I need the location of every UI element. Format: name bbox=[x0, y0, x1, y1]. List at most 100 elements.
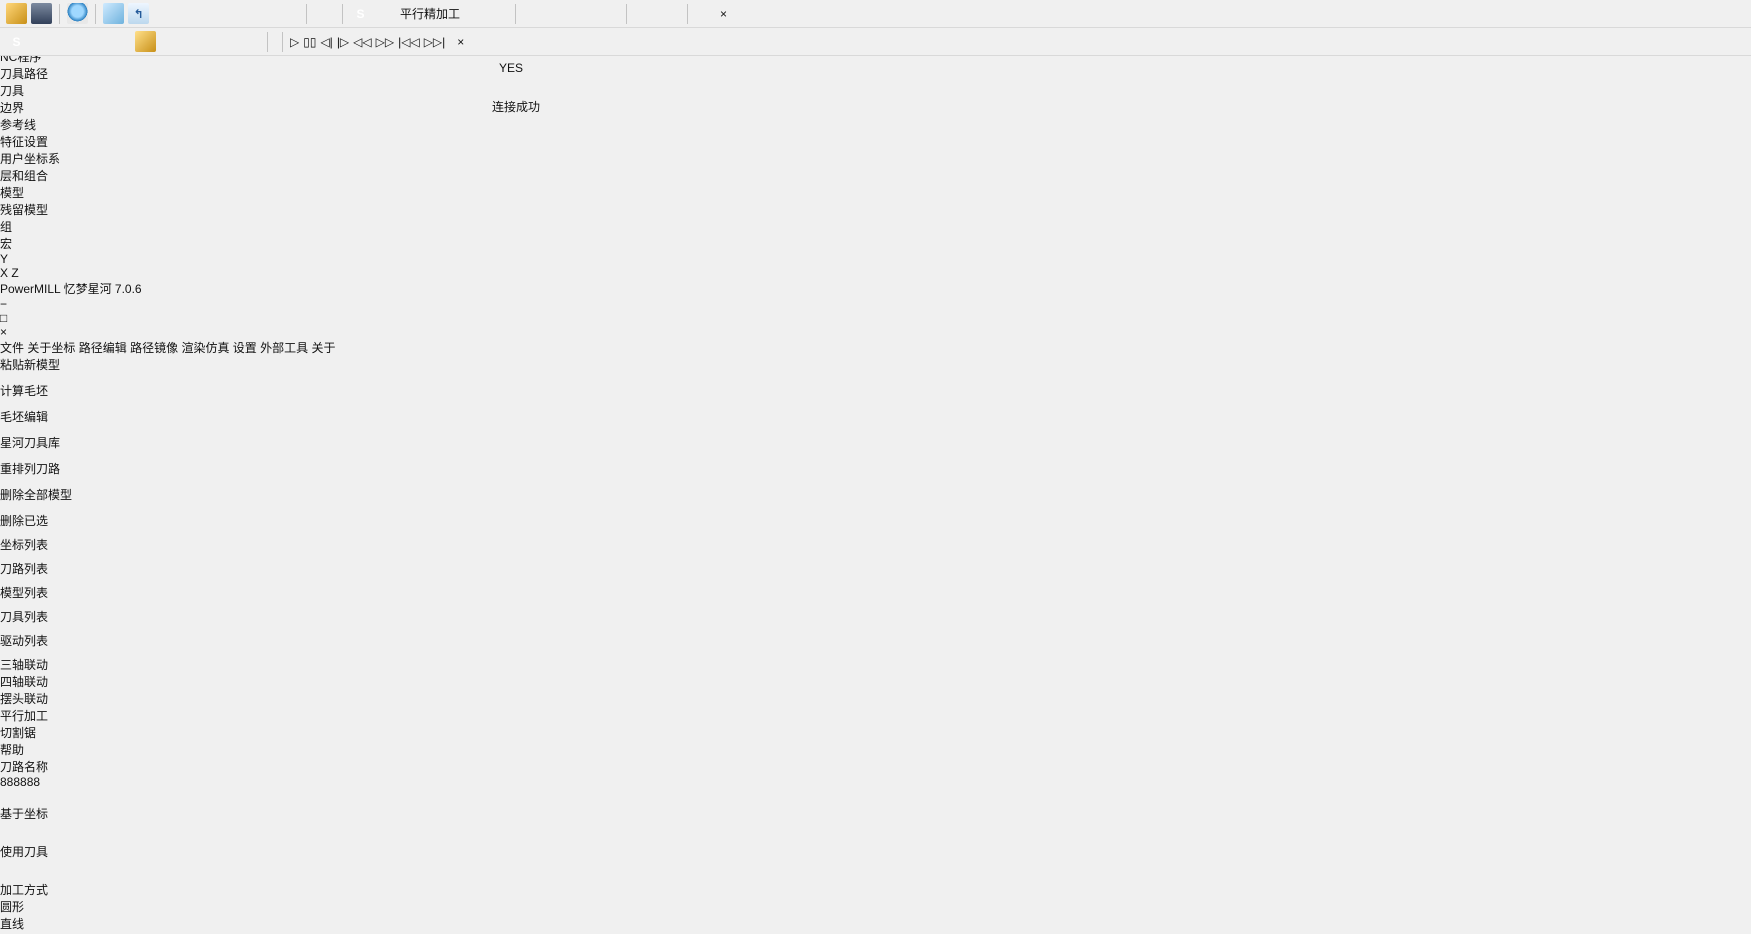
tab-4axis[interactable]: 四轴联动 bbox=[0, 673, 1751, 690]
points-icon[interactable] bbox=[253, 3, 274, 24]
ball-tool-icon[interactable] bbox=[178, 3, 199, 24]
step-back-icon[interactable]: ◁| bbox=[320, 35, 332, 49]
tab-help[interactable]: 帮助 bbox=[0, 741, 1751, 758]
tool-list-button[interactable]: 刀具列表 bbox=[0, 608, 64, 632]
toolpath-name-input[interactable]: 888888 bbox=[0, 775, 104, 805]
menu-render-sim[interactable]: 渲染仿真 bbox=[181, 341, 229, 355]
tool-library-button[interactable]: 星河刀具库 bbox=[0, 434, 72, 460]
tree-item-models[interactable]: 模型 bbox=[0, 184, 1751, 201]
tree-item-stock-models[interactable]: 残留模型 bbox=[0, 201, 1751, 218]
toolbar-close-icon[interactable]: × bbox=[720, 7, 727, 21]
ruler-icon[interactable] bbox=[598, 3, 619, 24]
tab-head-tilt[interactable]: 摆头联动 bbox=[0, 690, 1751, 707]
coord-list-button[interactable]: 坐标列表 bbox=[0, 536, 64, 560]
save-icon[interactable] bbox=[31, 3, 52, 24]
tree-item-toolpaths[interactable]: 刀具路径 bbox=[0, 65, 1751, 82]
tab-parallel[interactable]: 平行加工 bbox=[0, 707, 1751, 724]
open-icon[interactable] bbox=[6, 3, 27, 24]
toolbar-separator bbox=[515, 4, 516, 24]
application-window: ↰ S 平行精加工 × S bbox=[0, 0, 1751, 934]
model-list-button[interactable]: 模型列表 bbox=[0, 584, 64, 608]
axis-z-label: Z bbox=[11, 266, 18, 280]
menu-path-edit[interactable]: 路径编辑 bbox=[79, 341, 127, 355]
drive-list-button[interactable]: 驱动列表 bbox=[0, 632, 64, 656]
cylinders-icon[interactable] bbox=[695, 3, 716, 24]
rearrange-paths-button[interactable]: 重排列刀路 bbox=[0, 460, 72, 486]
block-icon[interactable] bbox=[103, 3, 124, 24]
tree-item-levels[interactable]: 层和组合 bbox=[0, 167, 1751, 184]
graphics-viewport[interactable]: Y X Z bbox=[0, 252, 1751, 280]
axis-y-label: Y bbox=[0, 252, 8, 266]
tool-change-icon[interactable] bbox=[634, 3, 655, 24]
toolpath-name-label: 刀路名称 bbox=[0, 758, 1751, 775]
simulation-toolbar: S ▷ ▯▯ ◁| |▷ ◁◁ ▷▷ |◁◁ ▷▷| × bbox=[0, 28, 1751, 56]
menu-about[interactable]: 关于 bbox=[312, 341, 336, 355]
base-coord-combo[interactable] bbox=[0, 822, 104, 843]
tab-3axis[interactable]: 三轴联动 bbox=[0, 656, 1751, 673]
rewind-icon[interactable]: ◁◁ bbox=[353, 35, 371, 49]
fast-forward-icon[interactable]: ▷▷ bbox=[376, 35, 394, 49]
pattern-icon[interactable]: ↰ bbox=[128, 3, 149, 24]
tool-combo[interactable] bbox=[0, 860, 104, 881]
menu-external-tools[interactable]: 外部工具 bbox=[260, 341, 308, 355]
dialog-titlebar[interactable]: PowerMILL 忆梦星河 7.0.6 − □ × bbox=[0, 280, 1751, 339]
tree-item-tools[interactable]: 刀具 bbox=[0, 82, 1751, 99]
print-plot-icon[interactable] bbox=[67, 3, 88, 24]
pause-icon[interactable]: ▯▯ bbox=[303, 35, 316, 49]
toolbar-separator bbox=[342, 4, 343, 24]
tree-item-workplanes[interactable]: 用户坐标系 bbox=[0, 150, 1751, 167]
base-coord-label: 基于坐标 bbox=[0, 805, 1751, 822]
delete-all-models-button[interactable]: 删除全部模型 bbox=[0, 486, 76, 512]
strategy-list-icon[interactable] bbox=[375, 3, 396, 24]
path-list-button[interactable]: 刀路列表 bbox=[0, 560, 64, 584]
tree-item-macros[interactable]: 宏 bbox=[0, 235, 1751, 252]
sim-tool-icon bbox=[135, 31, 156, 52]
calc-block-button[interactable]: 计算毛坯 bbox=[0, 382, 72, 408]
paste-model-button[interactable]: 粘贴新模型 bbox=[0, 356, 72, 382]
dialog-title: PowerMILL 忆梦星河 7.0.6 bbox=[0, 282, 142, 296]
block-edit-button[interactable]: 毛坯编辑 bbox=[0, 408, 72, 434]
toolbar-close-icon[interactable]: × bbox=[457, 35, 464, 49]
tool-check-icon[interactable] bbox=[548, 3, 569, 24]
strategy-combo[interactable]: 平行精加工 bbox=[400, 5, 508, 22]
tree-item-patterns[interactable]: 参考线 bbox=[0, 116, 1751, 133]
machining-mode-label: 加工方式 bbox=[0, 881, 1751, 898]
go-start-icon[interactable]: |◁◁ bbox=[398, 35, 420, 49]
tree-item-groups[interactable]: 组 bbox=[0, 218, 1751, 235]
toolbar-separator bbox=[687, 4, 688, 24]
menu-settings[interactable]: 设置 bbox=[233, 341, 257, 355]
toolbar-separator bbox=[267, 32, 268, 52]
delete-selected-button[interactable]: 删除已选 bbox=[0, 512, 64, 536]
plugin-dialog: PowerMILL 忆梦星河 7.0.6 − □ × 文件 关于坐标 路径编辑 … bbox=[0, 280, 1751, 934]
close-button[interactable]: × bbox=[0, 325, 1751, 339]
circular-checkbox-row[interactable]: 圆形 bbox=[0, 898, 1751, 915]
tool-arc-icon[interactable] bbox=[314, 3, 335, 24]
scissors-icon[interactable] bbox=[659, 3, 680, 24]
step-forward-icon[interactable]: |▷ bbox=[337, 35, 349, 49]
tool-label: 使用刀具 bbox=[0, 843, 1751, 860]
toolbar-separator bbox=[306, 4, 307, 24]
u-channel-icon[interactable] bbox=[203, 3, 224, 24]
tab-saw[interactable]: 切割锯 bbox=[0, 724, 1751, 741]
menu-path-mirror[interactable]: 路径镜像 bbox=[130, 341, 178, 355]
linear-checkbox-row[interactable]: 直线 bbox=[0, 915, 1751, 932]
menu-coords[interactable]: 关于坐标 bbox=[27, 341, 75, 355]
go-end-icon[interactable]: ▷▷| bbox=[424, 35, 446, 49]
strategy-combo-value: 平行精加工 bbox=[400, 7, 460, 21]
minimize-button[interactable]: − bbox=[0, 297, 1751, 311]
connected-status-label: 连接成功 bbox=[492, 98, 540, 115]
maximize-button[interactable]: □ bbox=[0, 311, 1751, 325]
curve-edit-icon[interactable] bbox=[228, 3, 249, 24]
tool-holder-icon[interactable] bbox=[278, 3, 299, 24]
tree-item-boundaries[interactable]: 边界 bbox=[0, 99, 1751, 116]
dialog-tabs: 三轴联动 四轴联动 摆头联动 平行加工 切割锯 帮助 bbox=[0, 656, 1751, 758]
menu-file[interactable]: 文件 bbox=[0, 341, 24, 355]
axis-indicator: Y X Z bbox=[0, 252, 1751, 280]
play-icon[interactable]: ▷ bbox=[290, 35, 299, 49]
axis-x-label: X bbox=[0, 266, 8, 280]
tree-item-feature-sets[interactable]: 特征设置 bbox=[0, 133, 1751, 150]
toolpath-icon[interactable]: S bbox=[350, 3, 371, 24]
tool-star-icon[interactable] bbox=[523, 3, 544, 24]
calculator-icon[interactable] bbox=[573, 3, 594, 24]
levels-icon[interactable] bbox=[153, 3, 174, 24]
